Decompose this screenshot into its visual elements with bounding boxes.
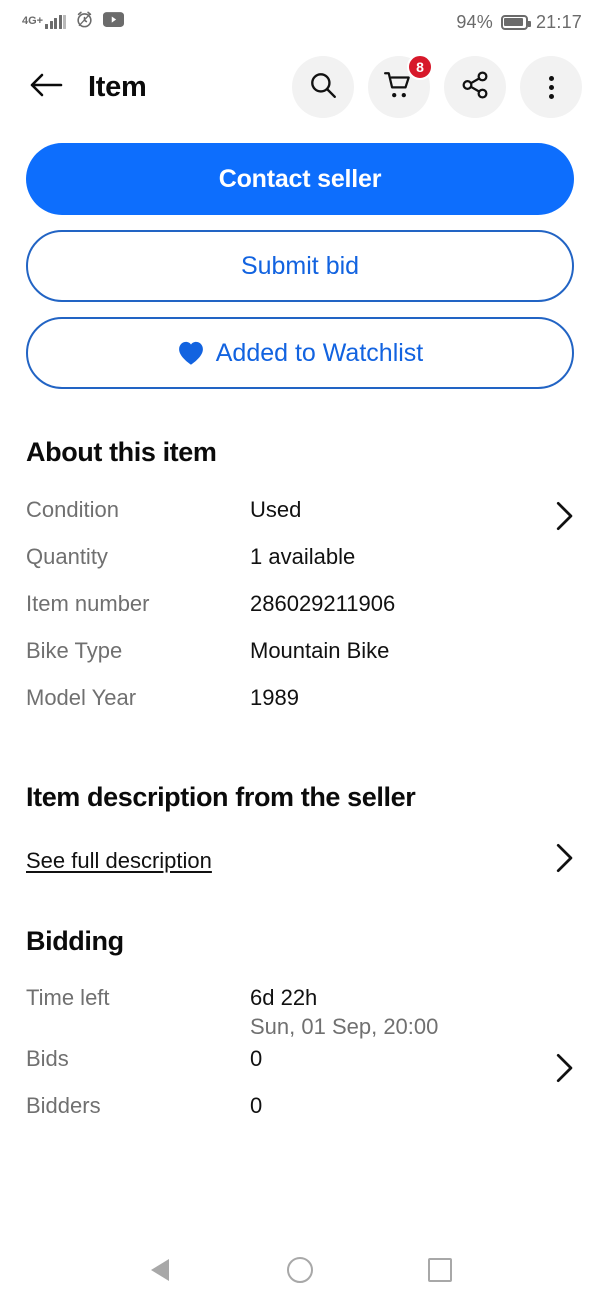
table-row: Quantity 1 available (26, 544, 574, 591)
spec-label: Quantity (26, 544, 108, 569)
back-triangle-icon (151, 1258, 169, 1281)
description-section-title: Item description from the seller (26, 782, 416, 812)
watchlist-button-label: Added to Watchlist (215, 338, 424, 367)
action-buttons: Contact seller Submit bid Added to Watch… (0, 130, 600, 389)
search-icon (308, 70, 338, 105)
status-bar: 4G+ 94% 21:17 (0, 0, 600, 44)
chevron-right-icon[interactable] (554, 501, 574, 536)
bidding-section: Bidding Time left 6d 22h Sun, 01 Sep, 20… (0, 926, 600, 1140)
spec-value: Mountain Bike (250, 638, 390, 663)
about-spec-list: Condition Used Quantity 1 available Item… (26, 497, 574, 732)
bidding-spec-list[interactable]: Time left 6d 22h Sun, 01 Sep, 20:00 Bids… (26, 985, 574, 1140)
header-actions: 8 (292, 54, 582, 118)
table-row: Condition Used (26, 497, 574, 544)
more-options-button[interactable] (520, 56, 582, 118)
spec-value: 0 (250, 1093, 263, 1118)
spec-value: 286029211906 (250, 591, 396, 616)
table-row-bids: Bids 0 (26, 1046, 574, 1093)
about-section: About this item Condition Used Quantity … (0, 437, 600, 732)
status-clock: 21:17 (535, 11, 582, 32)
spec-label: Bidders (26, 1093, 101, 1118)
heart-filled-icon (177, 340, 205, 366)
spec-label: Bike Type (26, 638, 123, 663)
share-icon (460, 70, 490, 105)
time-left-value: 6d 22h (250, 985, 318, 1010)
spec-value: Used (250, 497, 302, 522)
submit-bid-button[interactable]: Submit bid (26, 230, 574, 302)
cart-button[interactable]: 8 (368, 54, 433, 118)
nav-back-button[interactable] (132, 1250, 188, 1290)
table-row-item-number[interactable]: Item number 286029211906 (26, 501, 574, 638)
recents-square-icon (428, 1257, 452, 1282)
status-bar-left: 4G+ (22, 10, 125, 34)
overflow-menu-icon (548, 75, 554, 99)
network-type-label: 4G+ (22, 15, 44, 27)
nav-recents-button[interactable] (412, 1250, 468, 1290)
spec-value: 0 (250, 1046, 263, 1071)
watchlist-button[interactable]: Added to Watchlist (26, 317, 574, 389)
battery-icon (500, 14, 531, 30)
signal-bars-icon: 4G+ (22, 15, 67, 29)
spec-value: 1 available (250, 544, 356, 569)
contact-seller-button[interactable]: Contact seller (26, 143, 574, 215)
system-navigation-bar (0, 1240, 600, 1299)
battery-percent-label: 94% (456, 11, 493, 32)
page-title: Item (88, 70, 147, 103)
chevron-right-icon[interactable] (554, 843, 574, 878)
table-row-time-left: Time left 6d 22h Sun, 01 Sep, 20:00 (26, 985, 574, 1040)
cart-badge-count: 8 (407, 54, 433, 80)
back-arrow-icon (29, 72, 63, 103)
alarm-icon (75, 10, 94, 34)
auction-end-date: Sun, 01 Sep, 20:00 (250, 1014, 439, 1039)
see-full-description-link[interactable]: See full description (26, 848, 212, 874)
home-circle-icon (287, 1256, 313, 1283)
table-row: Model Year 1989 (26, 685, 574, 732)
description-section: Item description from the seller See ful… (0, 782, 600, 878)
share-button[interactable] (444, 56, 506, 118)
spec-value: 1989 (250, 685, 299, 710)
spec-label: Item number (26, 591, 150, 616)
status-bar-right: 94% 21:17 (456, 12, 582, 33)
app-header: Item 8 (0, 44, 600, 130)
spec-label: Model Year (26, 685, 137, 710)
nav-home-button[interactable] (272, 1250, 328, 1290)
see-full-description-row[interactable]: See full description (26, 843, 574, 878)
about-section-title: About this item (26, 437, 217, 467)
back-button[interactable] (26, 67, 66, 107)
youtube-icon (103, 12, 125, 32)
table-row-bidders: Bidders 0 (26, 1093, 574, 1140)
chevron-right-icon[interactable] (554, 1053, 574, 1088)
bidding-section-title: Bidding (26, 926, 124, 956)
search-button[interactable] (292, 56, 354, 118)
spec-label: Condition (26, 497, 119, 522)
spec-label: Time left (26, 985, 110, 1010)
time-left-values: 6d 22h Sun, 01 Sep, 20:00 (250, 985, 438, 1040)
table-row: Bike Type Mountain Bike (26, 638, 574, 685)
spec-label: Bids (26, 1046, 69, 1071)
